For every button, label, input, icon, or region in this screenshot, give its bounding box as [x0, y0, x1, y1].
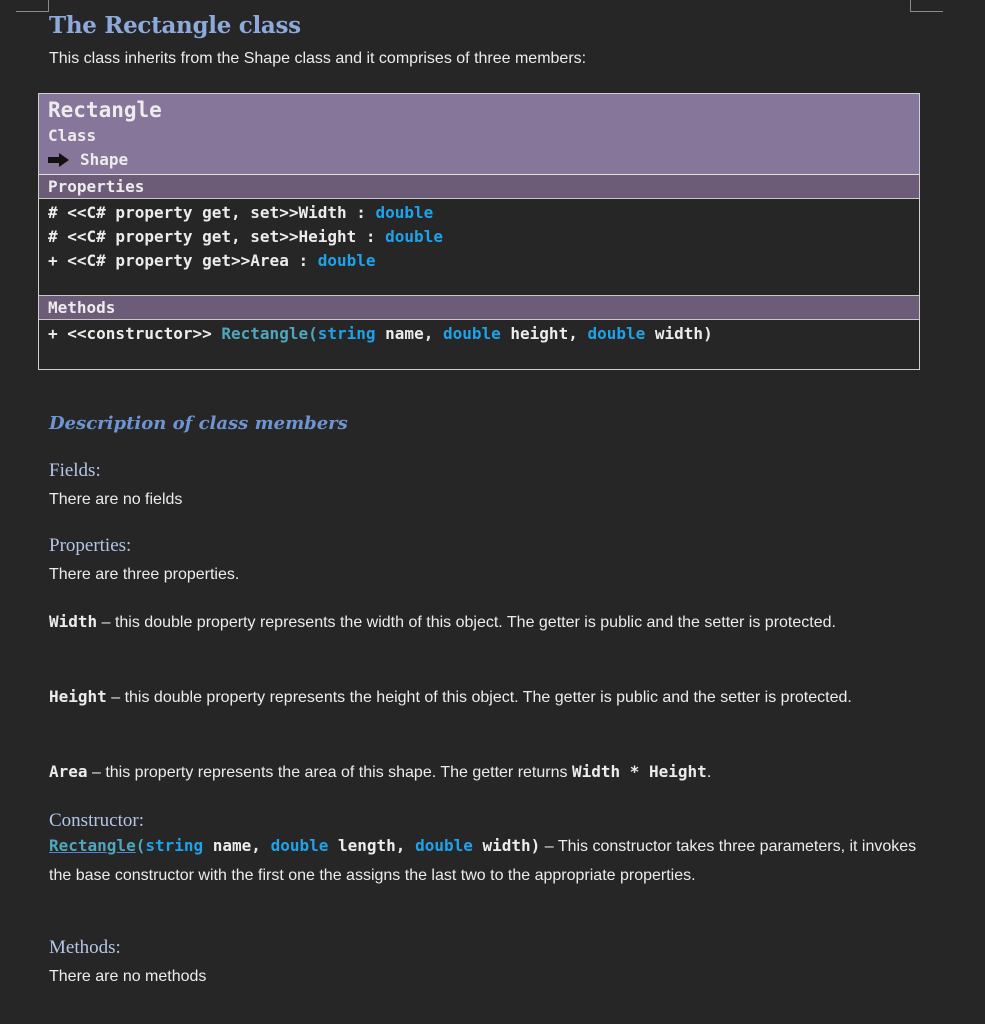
param-type: double [587, 324, 646, 343]
uml-property: # <<C# property get, set>>Width : double [48, 201, 910, 225]
methods-heading: Methods: [49, 937, 121, 958]
constructor-link[interactable]: Rectangle [49, 836, 136, 855]
height-term: Height [49, 687, 107, 706]
constructor-name: Rectangle [221, 324, 309, 343]
area-text: – this property represents the area of t… [87, 764, 572, 781]
constructor-heading: Constructor: [49, 810, 144, 831]
uml-property: + <<C# property get>>Area : double [48, 249, 910, 273]
width-term: Width [49, 612, 98, 631]
page-corner-mark-right [910, 0, 943, 12]
paren: ( [135, 836, 146, 855]
height-text: – this double property represents the he… [106, 689, 852, 706]
param-type: string [145, 836, 204, 855]
property-type: double [385, 227, 443, 246]
area-description: Area – this property represents the area… [49, 757, 919, 787]
uml-stereotype: Class [48, 126, 97, 145]
param-name: name, [375, 324, 443, 343]
page-corner-mark-left [16, 0, 49, 12]
fields-text: There are no fields [49, 491, 183, 508]
methods-text: There are no methods [49, 968, 207, 985]
uml-parent-name: Shape [80, 150, 129, 169]
properties-text: There are three properties. [49, 566, 240, 583]
intro-paragraph: This class inherits from the Shape class… [49, 50, 587, 67]
property-signature: # <<C# property get, set>>Width : [48, 203, 376, 222]
uml-parent-class: Shape [48, 148, 910, 172]
param-name: width) [645, 324, 713, 343]
property-type: double [375, 203, 434, 222]
uml-constructor: + <<constructor>> Rectangle(string name,… [48, 322, 910, 346]
width-text: – this double property represents the wi… [97, 614, 836, 631]
param-name: width) [472, 836, 541, 855]
uml-class-diagram: Rectangle Class Shape Properties # <<C# … [38, 93, 920, 370]
area-expression: Width * Height [571, 762, 707, 781]
inheritance-arrow-icon [48, 153, 70, 167]
property-signature: # <<C# property get, set>>Height : [48, 227, 386, 246]
param-name: height, [500, 324, 588, 343]
area-end: . [706, 764, 712, 781]
param-type: double [415, 836, 473, 855]
param-type: string [317, 324, 376, 343]
uml-class-name: Rectangle [48, 98, 162, 122]
uml-methods-list: + <<constructor>> Rectangle(string name,… [39, 320, 919, 369]
property-type: double [317, 251, 376, 270]
fields-heading: Fields: [49, 460, 101, 481]
param-type: double [270, 836, 329, 855]
property-signature: + <<C# property get>>Area : [48, 251, 318, 270]
param-type: double [442, 324, 501, 343]
height-description: Height – this double property represents… [49, 682, 919, 712]
uml-class-header: Rectangle Class Shape [39, 94, 919, 175]
param-name: length, [328, 836, 416, 855]
description-heading: Description of class members [49, 413, 348, 434]
page-title: The Rectangle class [49, 12, 301, 39]
width-description: Width – this double property represents … [49, 607, 919, 637]
uml-methods-header: Methods [39, 296, 919, 320]
constructor-description: Rectangle(string name, double length, do… [49, 831, 919, 890]
constructor-stereotype: + <<constructor>> [48, 324, 222, 343]
uml-property: # <<C# property get, set>>Height : doubl… [48, 225, 910, 249]
uml-properties-list: # <<C# property get, set>>Width : double… [39, 199, 919, 296]
area-term: Area [49, 762, 88, 781]
paren: ( [308, 324, 318, 343]
uml-properties-header: Properties [39, 175, 919, 199]
properties-heading: Properties: [49, 535, 132, 556]
param-name: name, [203, 836, 271, 855]
